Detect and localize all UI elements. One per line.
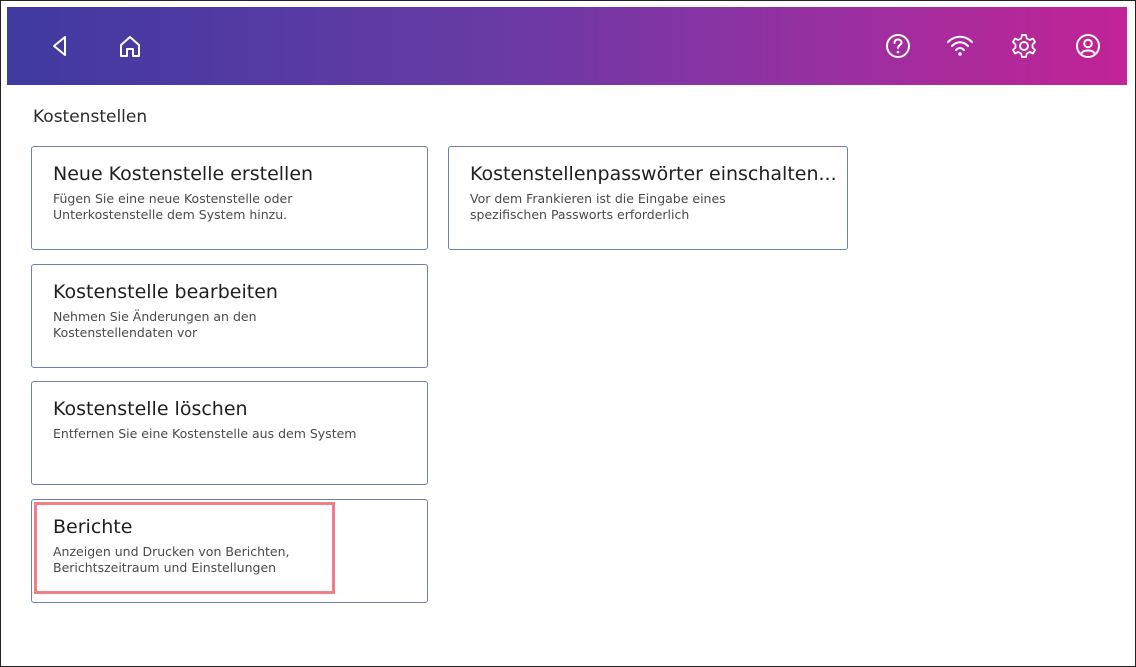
tile-title: Berichte bbox=[53, 516, 133, 538]
tile-title: Kostenstelle bearbeiten bbox=[53, 281, 278, 303]
tile-title: Kostenstelle löschen bbox=[53, 398, 248, 420]
tile-edit-cost-center[interactable]: Kostenstelle bearbeiten Nehmen Sie Änder… bbox=[31, 264, 428, 368]
tile-title: Kostenstellenpasswörter einschalten... bbox=[470, 163, 837, 185]
gear-icon[interactable] bbox=[1007, 29, 1041, 63]
help-icon[interactable] bbox=[881, 29, 915, 63]
home-icon[interactable] bbox=[113, 29, 147, 63]
tile-description: Nehmen Sie Änderungen an den Kostenstell… bbox=[53, 309, 257, 340]
tile-title: Neue Kostenstelle erstellen bbox=[53, 163, 314, 185]
tile-description: Fügen Sie eine neue Kostenstelle oder Un… bbox=[53, 191, 293, 222]
tile-description: Anzeigen und Drucken von Berichten, Beri… bbox=[53, 544, 290, 575]
page-title: Kostenstellen bbox=[33, 107, 148, 127]
top-navigation-bar bbox=[7, 7, 1127, 85]
tile-delete-cost-center[interactable]: Kostenstelle löschen Entfernen Sie eine … bbox=[31, 381, 428, 485]
wifi-icon[interactable] bbox=[943, 29, 977, 63]
tile-description: Vor dem Frankieren ist die Eingabe eines… bbox=[470, 191, 726, 222]
back-arrow-icon[interactable] bbox=[43, 29, 77, 63]
account-icon[interactable] bbox=[1071, 29, 1105, 63]
tile-reports[interactable]: Berichte Anzeigen und Drucken von Berich… bbox=[31, 499, 428, 603]
tile-cost-center-passwords[interactable]: Kostenstellenpasswörter einschalten... V… bbox=[448, 146, 848, 250]
tile-new-cost-center[interactable]: Neue Kostenstelle erstellen Fügen Sie ei… bbox=[31, 146, 428, 250]
tile-description: Entfernen Sie eine Kostenstelle aus dem … bbox=[53, 426, 357, 441]
app-window: Kostenstellen Neue Kostenstelle erstelle… bbox=[0, 0, 1136, 667]
